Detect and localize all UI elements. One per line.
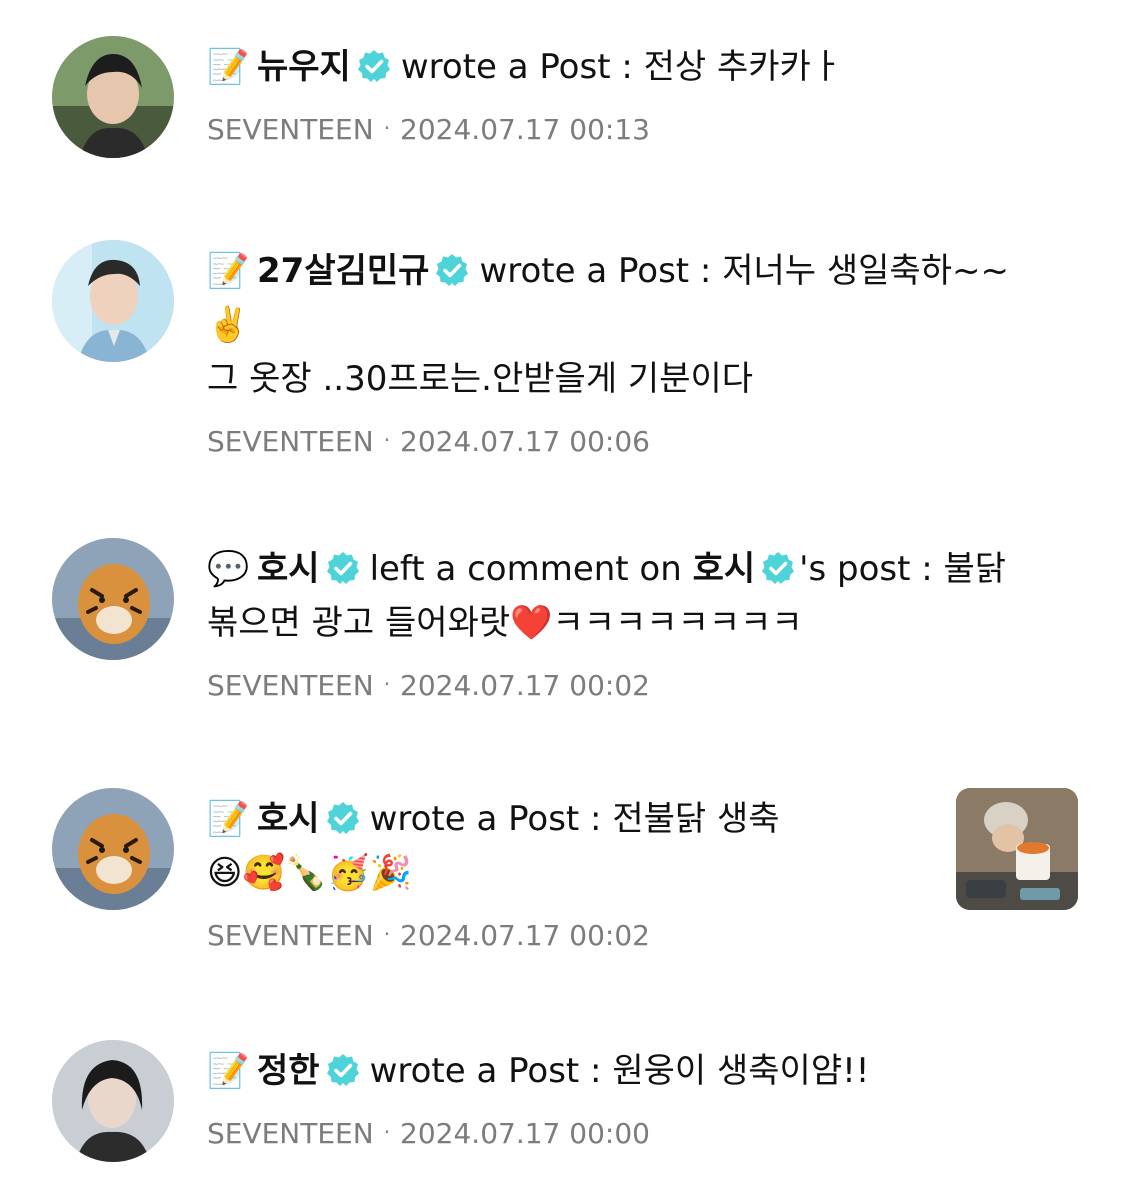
- action-text: left a comment on: [369, 549, 682, 589]
- meta-row: SEVENTEEN · 2024.07.17 00:13: [207, 108, 1069, 150]
- separator: ·: [383, 672, 391, 696]
- author-name[interactable]: 호시: [257, 799, 320, 839]
- timestamp: 2024.07.17 00:13: [400, 113, 650, 146]
- author-name[interactable]: 뉴우지: [257, 47, 351, 87]
- avatar-image: [52, 36, 174, 158]
- timestamp: 2024.07.17 00:02: [400, 669, 650, 702]
- avatar-image: [52, 788, 174, 910]
- separator: ·: [383, 116, 391, 140]
- separator: ·: [383, 428, 391, 452]
- post-text: 전불닭 생축: [612, 799, 780, 839]
- timestamp: 2024.07.17 00:06: [400, 425, 650, 458]
- author-name[interactable]: 정한: [257, 1051, 320, 1091]
- separator: ·: [383, 1120, 391, 1144]
- group-name: SEVENTEEN: [207, 919, 374, 952]
- verified-badge-icon: [325, 551, 360, 585]
- verified-badge-icon: [356, 49, 391, 83]
- timestamp: 2024.07.17 00:00: [400, 1117, 650, 1150]
- group-name: SEVENTEEN: [207, 113, 374, 146]
- verified-badge-icon: [435, 253, 470, 287]
- group-name: SEVENTEEN: [207, 669, 374, 702]
- separator: ·: [383, 922, 391, 946]
- avatar-image: [52, 538, 174, 660]
- target-author-name[interactable]: 호시: [693, 549, 756, 589]
- post-thumbnail[interactable]: [956, 788, 1078, 910]
- action-text: wrote a Post :: [400, 47, 633, 87]
- avatar-image: [52, 240, 174, 362]
- post-text-continued: 😆🥰🍾🥳🎉: [207, 853, 412, 893]
- memo-icon: 📝: [207, 799, 250, 839]
- verified-badge-icon: [325, 1053, 360, 1087]
- post-text-continued: 그 옷장 ..30프로는.안받을게 기분이다: [207, 359, 754, 399]
- memo-icon: 📝: [207, 47, 250, 87]
- group-name: SEVENTEEN: [207, 425, 374, 458]
- comment-text-continued: 볶으면 광고 들어와랏❤️ㅋㅋㅋㅋㅋㅋㅋㅋ: [207, 603, 803, 643]
- timestamp: 2024.07.17 00:02: [400, 919, 650, 952]
- avatar[interactable]: [52, 538, 174, 660]
- avatar[interactable]: [52, 240, 174, 362]
- thumbnail-image: [956, 788, 1078, 910]
- avatar[interactable]: [52, 788, 174, 910]
- meta-row: SEVENTEEN · 2024.07.17 00:06: [207, 420, 1069, 462]
- avatar[interactable]: [52, 1040, 174, 1162]
- activity-feed: 📝 뉴우지 wrote a Post : 전상 추카카ㅏ SEVENTEEN · 202…: [0, 0, 1129, 1200]
- meta-row: SEVENTEEN · 2024.07.17 00:02: [207, 914, 947, 956]
- avatar[interactable]: [52, 36, 174, 158]
- author-name[interactable]: 27살김민규: [257, 251, 429, 291]
- group-name: SEVENTEEN: [207, 1117, 374, 1150]
- meta-row: SEVENTEEN · 2024.07.17 00:02: [207, 664, 1069, 706]
- verified-badge-icon: [325, 801, 360, 835]
- action-text: wrote a Post :: [369, 1051, 602, 1091]
- post-text: 원웅이 생축이얌!!: [612, 1051, 870, 1091]
- memo-icon: 📝: [207, 251, 250, 291]
- post-text: 전상 추카카ㅏ: [643, 47, 843, 87]
- action-text: wrote a Post :: [369, 799, 602, 839]
- author-name[interactable]: 호시: [257, 549, 320, 589]
- action-text: wrote a Post :: [479, 251, 712, 291]
- comment-text: 's post : 불닭: [799, 549, 1007, 589]
- post-text: 저너누 생일축하~~: [722, 251, 1009, 291]
- verified-badge-icon: [761, 551, 796, 585]
- avatar-image: [52, 1040, 174, 1162]
- speech-bubble-icon: 💬: [207, 549, 250, 589]
- memo-icon: 📝: [207, 1051, 250, 1091]
- meta-row: SEVENTEEN · 2024.07.17 00:00: [207, 1112, 1069, 1154]
- post-text-continued: ✌️: [207, 305, 250, 345]
